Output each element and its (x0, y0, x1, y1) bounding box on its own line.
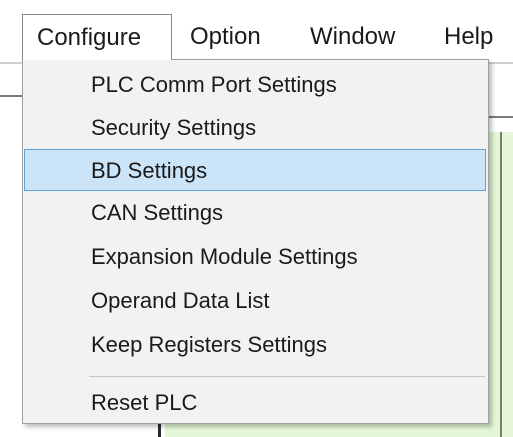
menu-item-keep-registers-settings[interactable]: Keep Registers Settings (24, 324, 486, 366)
menu-configure[interactable]: Configure (22, 14, 172, 60)
panel-splitter (158, 424, 161, 437)
menu-item-reset-plc[interactable]: Reset PLC (24, 382, 486, 424)
menu-item-security-settings[interactable]: Security Settings (24, 107, 486, 149)
menu-item-plc-comm-port-settings[interactable]: PLC Comm Port Settings (24, 64, 486, 106)
panel-border-left (0, 95, 22, 97)
menu-item-bd-settings[interactable]: BD Settings (24, 149, 486, 191)
configure-dropdown-menu: PLC Comm Port Settings Security Settings… (22, 59, 489, 424)
panel-splitter-right (500, 132, 502, 437)
menu-item-can-settings[interactable]: CAN Settings (24, 192, 486, 234)
panel-border-right (489, 116, 513, 118)
menu-item-operand-data-list[interactable]: Operand Data List (24, 280, 486, 322)
menu-separator (89, 376, 485, 377)
menu-item-expansion-module-settings[interactable]: Expansion Module Settings (24, 236, 486, 278)
menu-option[interactable]: Option (176, 14, 286, 60)
menu-bar: Configure Option Window Help (0, 0, 513, 62)
menu-help[interactable]: Help (430, 14, 510, 60)
editor-panel-bottom (165, 424, 513, 437)
menu-window[interactable]: Window (296, 14, 426, 60)
